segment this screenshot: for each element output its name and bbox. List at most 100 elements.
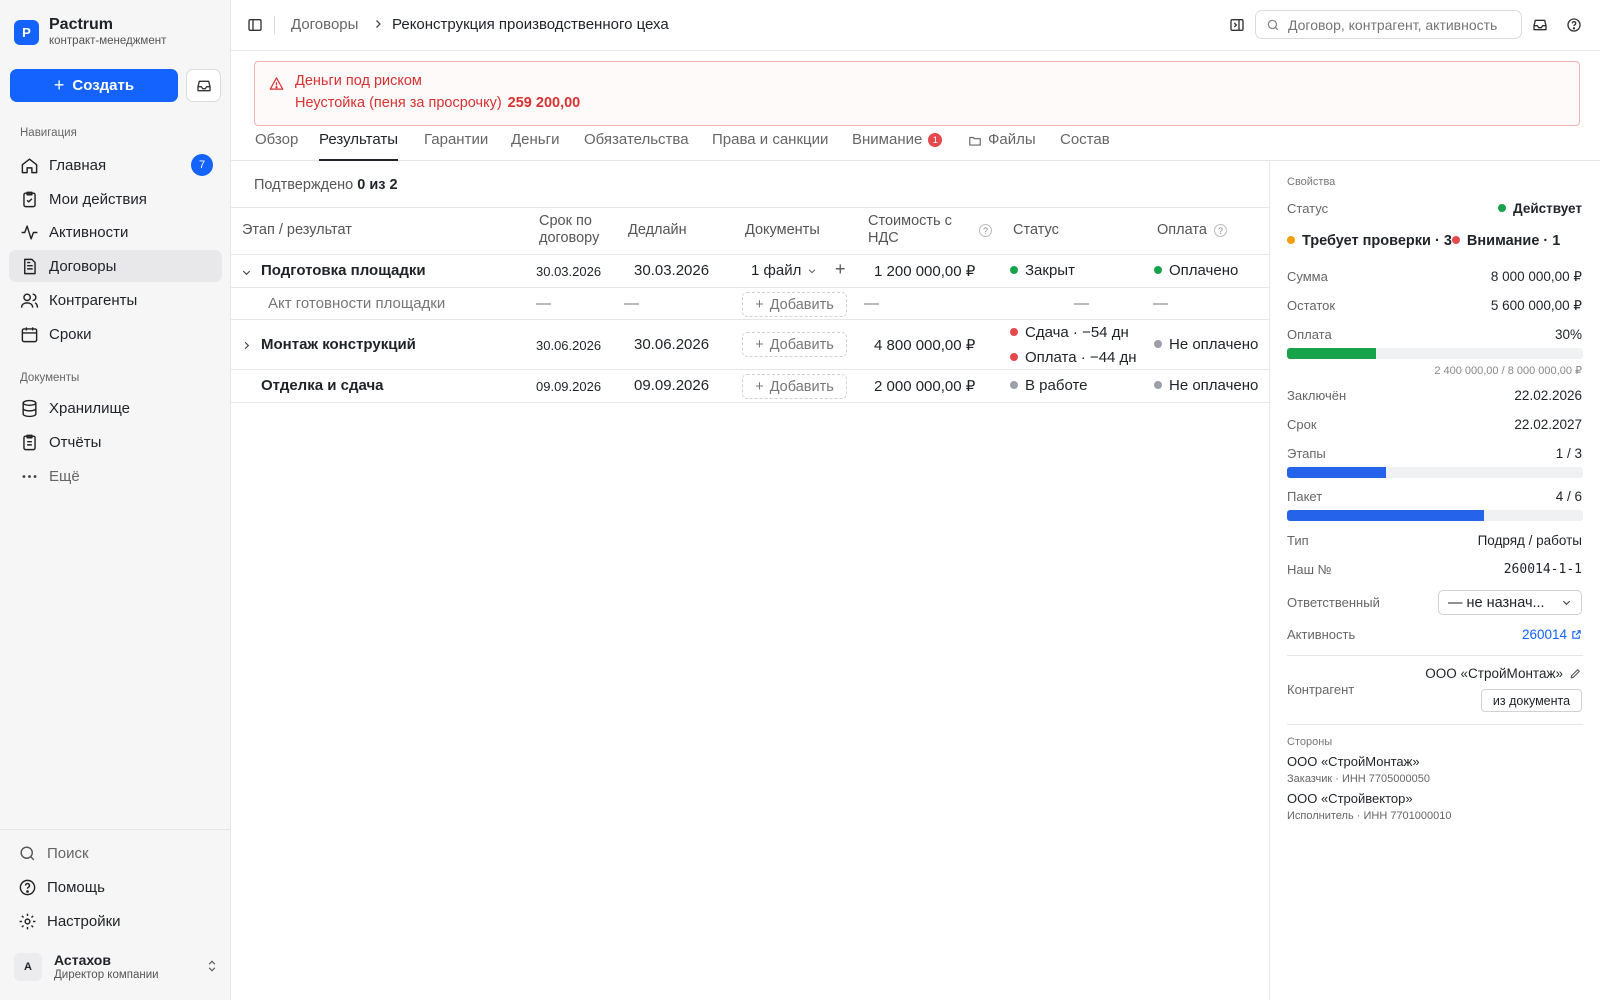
party-name: ООО «Стройвектор» xyxy=(1287,791,1413,806)
payment-detail: 2 400 000,00 / 8 000 000,00 ₽ xyxy=(1434,365,1582,377)
counterparty-value: ООО «СтройМонтаж» xyxy=(1425,666,1563,681)
search-box[interactable] xyxy=(1255,10,1522,39)
cost-value: — xyxy=(864,295,879,312)
users-icon xyxy=(19,290,39,310)
sidebar-toggle-icon[interactable] xyxy=(247,17,263,33)
add-file-icon[interactable]: + xyxy=(835,259,846,280)
sidebar-item-counterparties[interactable]: Контрагенты xyxy=(9,284,222,316)
tab-composition[interactable]: Состав xyxy=(1060,131,1110,161)
user-menu[interactable]: А Астахов Директор компании xyxy=(14,952,219,982)
sidebar-item-contracts[interactable]: Договоры xyxy=(9,250,222,282)
calendar-icon xyxy=(19,324,39,344)
plus-icon: + xyxy=(755,378,764,395)
tab-files[interactable]: Файлы xyxy=(968,131,1036,161)
package-value: 4 / 6 xyxy=(1555,489,1582,504)
alert-text: Неустойка (пеня за просрочку) 259 200,00 xyxy=(295,95,580,111)
tab-label: Деньги xyxy=(511,131,560,148)
review-dot xyxy=(1287,236,1295,244)
deadline-date: 30.03.2026 xyxy=(634,262,710,279)
sidebar-item-label: Ещё xyxy=(49,467,80,485)
tab-label: Файлы xyxy=(988,131,1036,148)
help-icon[interactable]: ? xyxy=(979,224,992,237)
sidebar-item-deadlines[interactable]: Сроки xyxy=(9,318,222,350)
sidebar-item-help[interactable]: Помощь xyxy=(7,871,220,903)
sidebar-item-label: Мои действия xyxy=(49,190,147,208)
sidebar-item-storage[interactable]: Хранилище xyxy=(9,392,222,424)
table-row[interactable]: Акт готовности площадки — — + Добавить — … xyxy=(231,288,1269,320)
tab-guarantees[interactable]: Гарантии xyxy=(424,131,488,161)
sidebar-item-label: Главная xyxy=(49,156,107,174)
responsible-value: — не назнач... xyxy=(1448,594,1545,611)
tab-overview[interactable]: Обзор xyxy=(255,131,298,161)
tab-obligations[interactable]: Обязательства xyxy=(584,131,689,161)
help-icon[interactable]: ? xyxy=(1214,224,1227,237)
column-header-term: Срок по договору xyxy=(539,213,600,246)
divider xyxy=(1287,655,1583,656)
search-input[interactable] xyxy=(1288,16,1513,33)
docs-section-title: Документы xyxy=(20,372,80,384)
status-dot xyxy=(1010,266,1018,274)
notification-badge: 7 xyxy=(191,154,213,176)
chevron-right-icon[interactable] xyxy=(241,340,252,351)
payment-label: Оплата xyxy=(1287,327,1332,342)
brand[interactable]: P Pactrum контракт-менеджмент xyxy=(14,16,166,48)
sidebar-item-search[interactable]: Поиск xyxy=(7,837,220,869)
tab-money[interactable]: Деньги xyxy=(511,131,559,161)
chevron-up-down-icon xyxy=(208,960,216,972)
side-panel-icon[interactable] xyxy=(1229,17,1245,33)
plus-icon: + xyxy=(53,75,65,95)
tab-attention[interactable]: Внимание 1 xyxy=(852,131,943,161)
tab-rights[interactable]: Права и санкции xyxy=(712,131,828,161)
from-document-button[interactable]: из документа xyxy=(1481,689,1582,712)
stage-name: Подготовка площадки xyxy=(261,262,426,279)
our-number-value: 260014-1-1 xyxy=(1503,562,1582,577)
table-row[interactable]: Подготовка площадки 30.03.2026 30.03.202… xyxy=(231,255,1269,288)
help-icon[interactable] xyxy=(1566,17,1582,33)
attention-flag[interactable]: Внимание · 1 xyxy=(1451,233,1560,249)
cost-value: 2 000 000,00 ₽ xyxy=(874,378,976,395)
brand-name: Pactrum xyxy=(49,16,114,33)
column-header-payment: Оплата xyxy=(1157,222,1207,238)
breadcrumb-parent[interactable]: Договоры xyxy=(291,16,358,33)
add-document-button[interactable]: + Добавить xyxy=(742,332,847,357)
tab-label: Состав xyxy=(1060,131,1110,148)
cost-value: 4 800 000,00 ₽ xyxy=(874,337,976,354)
tab-results[interactable]: Результаты xyxy=(319,131,398,161)
database-icon xyxy=(19,398,39,418)
status-value: Действует xyxy=(1513,201,1582,216)
confirmed-summary: Подтверждено 0 из 2 xyxy=(254,177,398,193)
sidebar-item-activities[interactable]: Активности xyxy=(9,216,222,248)
clipboard-check-icon xyxy=(19,189,39,209)
home-icon xyxy=(19,155,39,175)
payment-progress-bar xyxy=(1287,348,1583,359)
pencil-icon[interactable] xyxy=(1569,667,1582,680)
table-row[interactable]: Монтаж конструкций 30.06.2026 30.06.2026… xyxy=(231,320,1269,370)
sidebar-item-more[interactable]: Ещё xyxy=(9,460,222,492)
sidebar-item-my-actions[interactable]: Мои действия xyxy=(9,183,222,215)
payment-dot xyxy=(1154,340,1162,348)
table-row[interactable]: Отделка и сдача 09.09.2026 09.09.2026 + Д… xyxy=(231,370,1269,403)
documents-dropdown[interactable]: 1 файл xyxy=(751,262,817,279)
column-header-stage: Этап / результат xyxy=(242,222,352,238)
tab-label: Обзор xyxy=(255,131,299,148)
sidebar-item-reports[interactable]: Отчёты xyxy=(9,426,222,458)
package-label: Пакет xyxy=(1287,489,1323,504)
add-document-button[interactable]: + Добавить xyxy=(742,374,847,399)
create-button[interactable]: + Создать xyxy=(10,69,178,102)
inbox-button[interactable] xyxy=(186,69,221,102)
sidebar-item-home[interactable]: Главная 7 xyxy=(9,149,222,181)
divider xyxy=(1287,724,1583,725)
add-document-button[interactable]: + Добавить xyxy=(742,292,847,317)
table-header: Этап / результат Срок по договору Дедлай… xyxy=(231,207,1269,255)
term-value: 22.02.2027 xyxy=(1514,417,1582,432)
review-flag[interactable]: Требует проверки · 3 xyxy=(1287,233,1452,249)
activity-link[interactable]: 260014 xyxy=(1522,627,1582,642)
status-text: — xyxy=(1074,295,1089,312)
breadcrumb-current: Реконструкция производственного цеха xyxy=(392,16,669,33)
responsible-select[interactable]: — не назнач... xyxy=(1438,590,1582,615)
inbox-icon[interactable] xyxy=(1532,17,1548,33)
chevron-down-icon[interactable] xyxy=(241,267,252,278)
add-button-label: Добавить xyxy=(769,296,834,313)
sidebar-item-settings[interactable]: Настройки xyxy=(7,905,220,937)
external-link-icon xyxy=(1572,630,1581,639)
